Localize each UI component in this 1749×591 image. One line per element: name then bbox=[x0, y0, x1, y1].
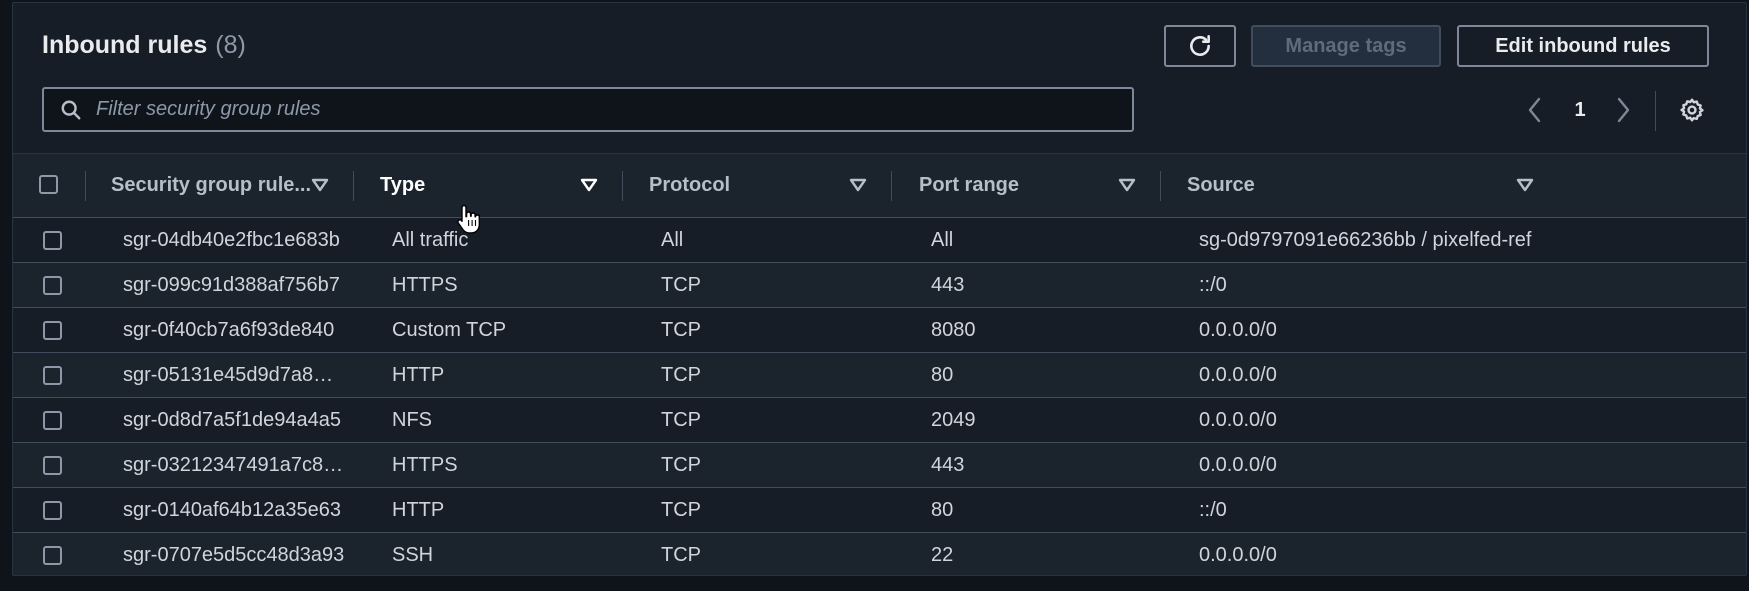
next-page-button[interactable] bbox=[1613, 93, 1633, 127]
panel-title: Inbound rules bbox=[42, 31, 208, 59]
cell-source: 0.0.0.0/0 bbox=[1199, 363, 1277, 386]
table-row[interactable]: sgr-05131e45d9d7a8… HTTP TCP 80 0.0.0.0/… bbox=[13, 353, 1746, 398]
sort-caret-icon[interactable] bbox=[1516, 176, 1534, 194]
chevron-left-icon bbox=[1528, 97, 1541, 123]
table-row[interactable]: sgr-099c91d388af756b7 HTTPS TCP 443 ::/0 bbox=[13, 263, 1746, 308]
table-row[interactable]: sgr-0140af64b12a35e63 HTTP TCP 80 ::/0 bbox=[13, 488, 1746, 533]
column-header-protocol[interactable]: Protocol bbox=[649, 154, 730, 217]
chevron-right-icon bbox=[1617, 97, 1630, 123]
cell-rule-id: sgr-0f40cb7a6f93de840 bbox=[123, 318, 335, 341]
cell-port-range: 2049 bbox=[931, 408, 976, 431]
search-input[interactable] bbox=[94, 97, 1132, 122]
select-all-checkbox[interactable] bbox=[39, 175, 58, 194]
sort-caret-icon[interactable] bbox=[1118, 176, 1136, 194]
cell-protocol: TCP bbox=[661, 408, 701, 431]
edit-inbound-rules-button[interactable]: Edit inbound rules bbox=[1457, 25, 1709, 67]
pagination-divider bbox=[1655, 91, 1656, 131]
row-checkbox[interactable] bbox=[43, 231, 62, 250]
table-row[interactable]: sgr-0d8d7a5f1de94a4a5 NFS TCP 2049 0.0.0… bbox=[13, 398, 1746, 443]
cell-protocol: TCP bbox=[661, 453, 701, 476]
cell-rule-id: sgr-03212347491a7c8… bbox=[123, 453, 344, 476]
refresh-button[interactable] bbox=[1164, 25, 1236, 67]
sort-caret-icon[interactable] bbox=[849, 176, 867, 194]
cell-type: NFS bbox=[392, 408, 432, 431]
cell-type: All traffic bbox=[392, 228, 469, 251]
page: Inbound rules (8) Manage tags Edit inbou… bbox=[0, 0, 1749, 591]
cell-protocol: All bbox=[661, 228, 684, 251]
rule-count: (8) bbox=[215, 31, 246, 59]
cell-rule-id: sgr-099c91d388af756b7 bbox=[123, 273, 340, 296]
search-field[interactable] bbox=[42, 87, 1134, 132]
cell-source: sg-0d9797091e66236bb / pixelfed-ref bbox=[1199, 228, 1532, 251]
cell-type: HTTPS bbox=[392, 453, 458, 476]
cell-rule-id: sgr-05131e45d9d7a8… bbox=[123, 363, 334, 386]
column-header-port-range[interactable]: Port range bbox=[919, 154, 1019, 217]
cell-type: Custom TCP bbox=[392, 318, 507, 341]
row-checkbox[interactable] bbox=[43, 456, 62, 475]
cell-source: 0.0.0.0/0 bbox=[1199, 543, 1277, 566]
table-row[interactable]: sgr-03212347491a7c8… HTTPS TCP 443 0.0.0… bbox=[13, 443, 1746, 488]
table-row[interactable]: sgr-0f40cb7a6f93de840 Custom TCP TCP 808… bbox=[13, 308, 1746, 353]
column-divider bbox=[353, 171, 354, 201]
cell-rule-id: sgr-04db40e2fbc1e683b bbox=[123, 228, 340, 251]
cell-type: SSH bbox=[392, 543, 434, 566]
cell-source: ::/0 bbox=[1199, 498, 1227, 521]
column-divider bbox=[622, 171, 623, 201]
cell-rule-id: sgr-0140af64b12a35e63 bbox=[123, 498, 341, 521]
sort-caret-icon[interactable] bbox=[311, 176, 329, 194]
table-header: Security group rule... Type Protocol Por… bbox=[13, 154, 1746, 218]
cell-rule-id: sgr-0707e5d5cc48d3a93 bbox=[123, 543, 345, 566]
previous-page-button[interactable] bbox=[1525, 93, 1545, 127]
cell-port-range: All bbox=[931, 228, 954, 251]
column-header-type[interactable]: Type bbox=[380, 154, 425, 217]
cell-port-range: 22 bbox=[931, 543, 954, 566]
cell-port-range: 80 bbox=[931, 498, 954, 521]
panel-header: Inbound rules (8) bbox=[42, 31, 246, 60]
table-row[interactable]: sgr-04db40e2fbc1e683b All traffic All Al… bbox=[13, 218, 1746, 263]
cell-rule-id: sgr-0d8d7a5f1de94a4a5 bbox=[123, 408, 341, 431]
table-body: sgr-04db40e2fbc1e683b All traffic All Al… bbox=[13, 218, 1746, 575]
current-page-number[interactable]: 1 bbox=[1570, 93, 1590, 127]
refresh-icon bbox=[1190, 34, 1210, 56]
row-checkbox[interactable] bbox=[43, 321, 62, 340]
row-checkbox[interactable] bbox=[43, 546, 62, 565]
column-header-source[interactable]: Source bbox=[1187, 154, 1255, 217]
table-row[interactable]: sgr-0707e5d5cc48d3a93 SSH TCP 22 0.0.0.0… bbox=[13, 533, 1746, 575]
cell-protocol: TCP bbox=[661, 273, 701, 296]
cell-port-range: 443 bbox=[931, 273, 965, 296]
column-header-rule-id[interactable]: Security group rule... bbox=[111, 154, 311, 217]
cell-port-range: 8080 bbox=[931, 318, 976, 341]
sort-caret-icon[interactable] bbox=[580, 176, 598, 194]
cell-type: HTTP bbox=[392, 363, 445, 386]
inbound-rules-panel: Inbound rules (8) Manage tags Edit inbou… bbox=[12, 2, 1747, 576]
table-preferences-button[interactable] bbox=[1679, 93, 1705, 127]
column-divider bbox=[1160, 171, 1161, 201]
cell-source: 0.0.0.0/0 bbox=[1199, 408, 1277, 431]
cell-protocol: TCP bbox=[661, 498, 701, 521]
column-divider bbox=[891, 171, 892, 201]
gear-icon bbox=[1680, 98, 1704, 122]
cell-protocol: TCP bbox=[661, 363, 701, 386]
manage-tags-button[interactable]: Manage tags bbox=[1251, 25, 1441, 67]
row-checkbox[interactable] bbox=[43, 411, 62, 430]
column-divider bbox=[85, 171, 86, 201]
cell-port-range: 80 bbox=[931, 363, 954, 386]
search-icon bbox=[61, 100, 81, 119]
cell-type: HTTP bbox=[392, 498, 445, 521]
row-checkbox[interactable] bbox=[43, 276, 62, 295]
row-checkbox[interactable] bbox=[43, 501, 62, 520]
cell-source: 0.0.0.0/0 bbox=[1199, 453, 1277, 476]
cell-source: ::/0 bbox=[1199, 273, 1227, 296]
cell-source: 0.0.0.0/0 bbox=[1199, 318, 1277, 341]
cell-protocol: TCP bbox=[661, 543, 701, 566]
cell-port-range: 443 bbox=[931, 453, 965, 476]
row-checkbox[interactable] bbox=[43, 366, 62, 385]
cell-protocol: TCP bbox=[661, 318, 701, 341]
cell-type: HTTPS bbox=[392, 273, 458, 296]
